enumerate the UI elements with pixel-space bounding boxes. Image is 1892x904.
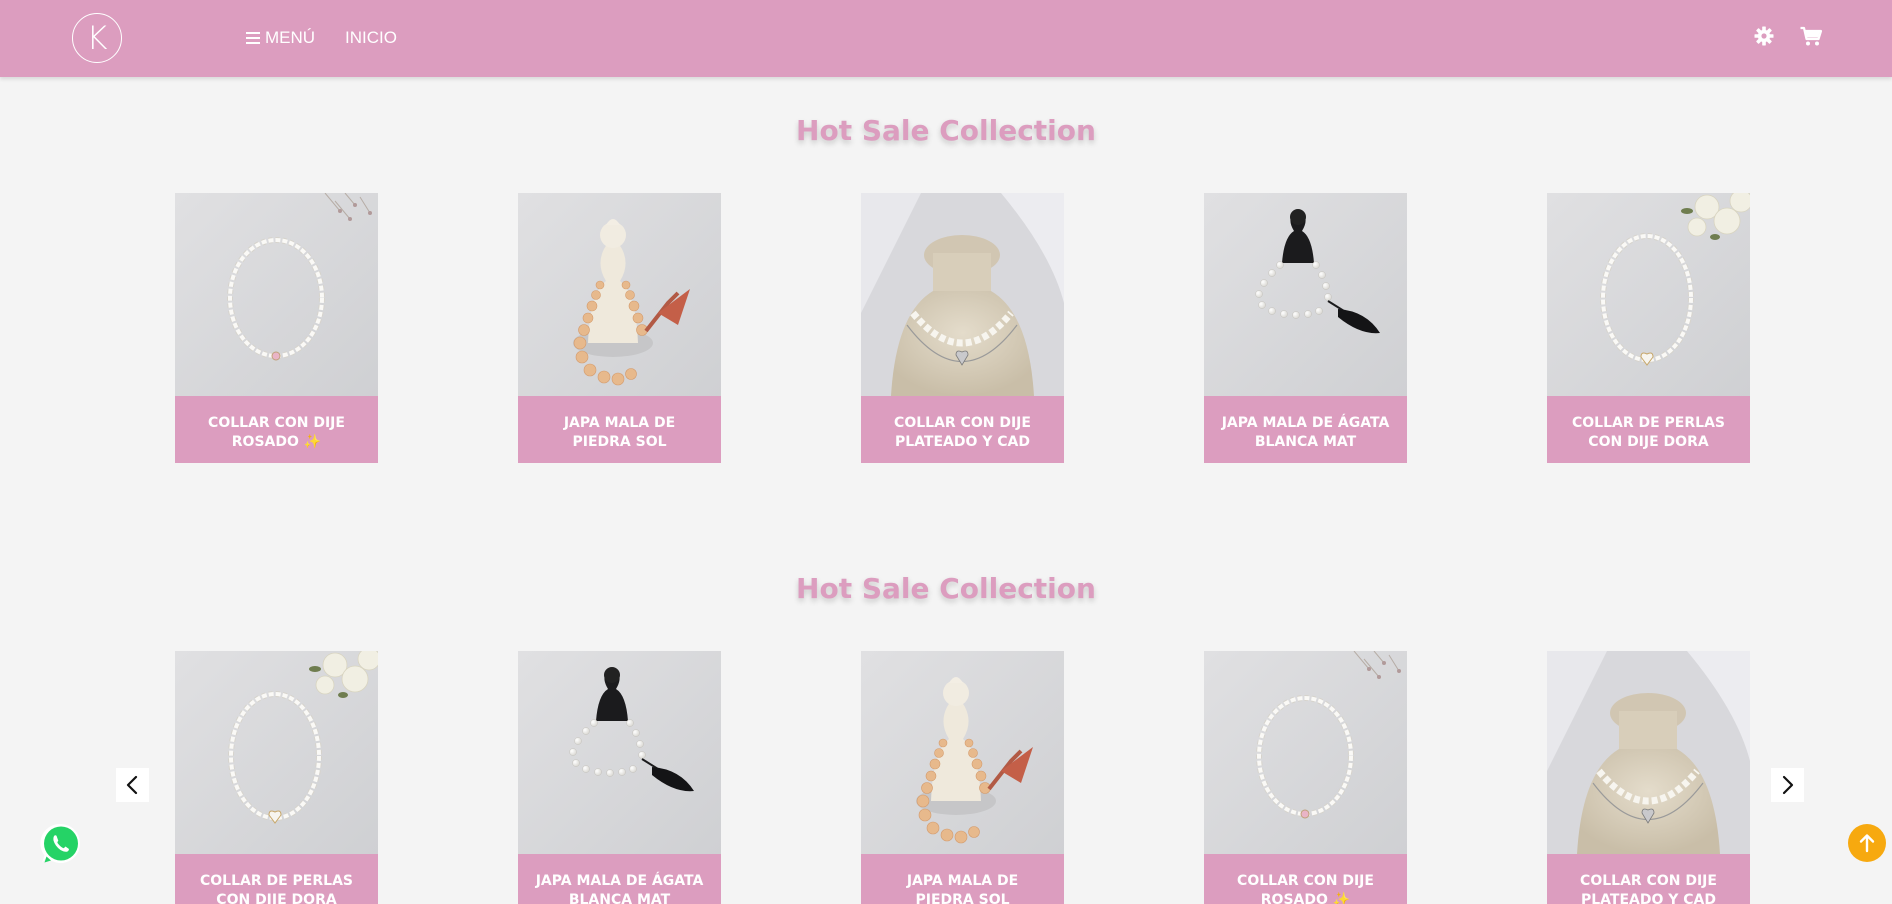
product-image[interactable] <box>861 651 1064 854</box>
product-image[interactable] <box>518 651 721 854</box>
product-name[interactable]: COLLAR CON DIJE PLATEADO Y CAD <box>861 396 1064 463</box>
product-image[interactable] <box>175 193 378 396</box>
cart-icon[interactable] <box>1799 24 1823 48</box>
product-name[interactable]: COLLAR DE PERLAS CON DIJE DORA <box>1547 396 1750 463</box>
whatsapp-icon[interactable] <box>38 821 84 867</box>
product-name[interactable]: JAPA MALA DE PIEDRA SOL <box>518 396 721 463</box>
product-name[interactable]: COLLAR CON DIJE ROSADO ✨ <box>175 396 378 463</box>
hamburger-icon <box>246 32 260 44</box>
top-navbar: K MENÚ INICIO <box>0 0 1892 77</box>
product-image[interactable] <box>175 651 378 854</box>
product-image[interactable] <box>1547 193 1750 396</box>
brand-logo[interactable]: K <box>72 13 122 63</box>
product-name[interactable]: JAPA MALA DE ÁGATA BLANCA MAT <box>518 854 721 904</box>
product-card[interactable]: COLLAR CON DIJE ROSADO ✨ <box>1204 651 1407 904</box>
product-card[interactable]: COLLAR DE PERLAS CON DIJE DORA <box>175 651 378 904</box>
section-title: Hot Sale Collection <box>796 572 1096 605</box>
carousel-next-button[interactable] <box>1771 768 1804 802</box>
arrow-up-icon <box>1859 834 1875 853</box>
product-card[interactable]: JAPA MALA DE PIEDRA SOL <box>861 651 1064 904</box>
logo-letter: K <box>86 19 108 57</box>
product-image[interactable] <box>1204 651 1407 854</box>
product-name[interactable]: COLLAR DE PERLAS CON DIJE DORA <box>175 854 378 904</box>
chevron-left-icon <box>126 775 138 795</box>
product-image[interactable] <box>861 193 1064 396</box>
product-image[interactable] <box>1204 193 1407 396</box>
product-card[interactable]: COLLAR CON DIJE PLATEADO Y CAD <box>1547 651 1750 904</box>
nav-home-link[interactable]: INICIO <box>345 26 397 50</box>
product-image[interactable] <box>518 193 721 396</box>
product-card[interactable]: JAPA MALA DE ÁGATA BLANCA MAT <box>518 651 721 904</box>
product-card[interactable]: COLLAR CON DIJE PLATEADO Y CAD <box>861 193 1064 463</box>
product-card[interactable]: COLLAR CON DIJE ROSADO ✨ <box>175 193 378 463</box>
product-card[interactable]: JAPA MALA DE ÁGATA BLANCA MAT <box>1204 193 1407 463</box>
product-name[interactable]: JAPA MALA DE PIEDRA SOL <box>861 854 1064 904</box>
back-to-top-button[interactable] <box>1848 824 1886 862</box>
product-name[interactable]: COLLAR CON DIJE PLATEADO Y CAD <box>1547 854 1750 904</box>
product-name[interactable]: COLLAR CON DIJE ROSADO ✨ <box>1204 854 1407 904</box>
chevron-right-icon <box>1782 775 1794 795</box>
product-image[interactable] <box>1547 651 1750 854</box>
menu-label: MENÚ <box>265 28 316 47</box>
menu-button[interactable]: MENÚ <box>246 26 315 50</box>
product-card[interactable]: COLLAR DE PERLAS CON DIJE DORA <box>1547 193 1750 463</box>
section-title: Hot Sale Collection <box>796 114 1096 147</box>
gear-icon[interactable] <box>1752 24 1776 48</box>
product-name[interactable]: JAPA MALA DE ÁGATA BLANCA MAT <box>1204 396 1407 463</box>
carousel-prev-button[interactable] <box>116 768 149 802</box>
product-card[interactable]: JAPA MALA DE PIEDRA SOL <box>518 193 721 463</box>
